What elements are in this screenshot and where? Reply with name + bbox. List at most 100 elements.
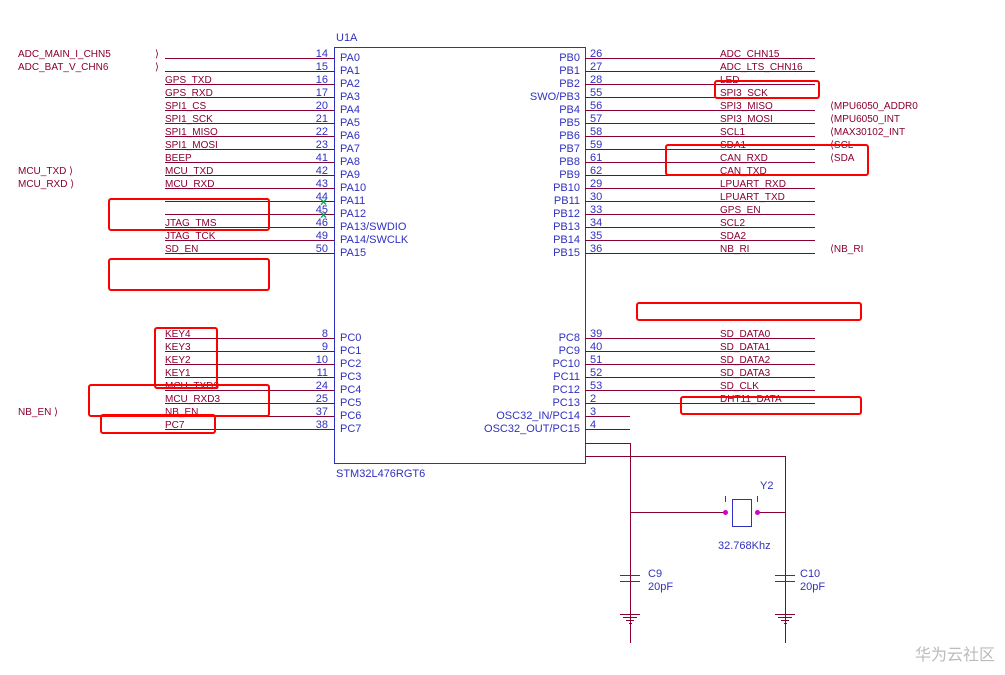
pin-name: PC1 <box>340 345 361 357</box>
pin-name: PB11 <box>554 195 580 207</box>
net-label: GPS_TXD <box>165 75 212 86</box>
wire <box>585 58 815 59</box>
pin-name: PA9 <box>340 169 360 181</box>
pin-name: PC6 <box>340 410 361 422</box>
wire <box>585 377 815 378</box>
net-label: JTAG_TCK <box>165 231 215 242</box>
pin-name: PB8 <box>559 156 580 168</box>
wire <box>585 214 815 215</box>
gnd-2 <box>775 612 795 624</box>
pin-name: PC4 <box>340 384 361 396</box>
pin-name: PB10 <box>553 182 580 194</box>
junction-2 <box>755 510 760 515</box>
bus-label: MCU_RXD ⟩ <box>18 179 74 190</box>
c9-p1 <box>620 575 640 576</box>
chip-body <box>334 47 586 464</box>
pin-name: PA8 <box>340 156 360 168</box>
junction-1 <box>723 510 728 515</box>
bus-label: ⟨MPU6050_ADDR0 <box>830 101 918 112</box>
hl-mcu-txd-rxd <box>108 198 270 231</box>
pin-name: PA2 <box>340 78 360 90</box>
bus-label: ⟨MAX30102_INT <box>830 127 905 138</box>
c10-p1 <box>775 575 795 576</box>
pin-name: PA10 <box>340 182 366 194</box>
bus-label: ⟨NB_RI <box>830 244 863 255</box>
net-label: SPI3_MOSI <box>720 114 773 125</box>
pin-name: OSC32_IN/PC14 <box>496 410 580 422</box>
pin-name: PA6 <box>340 130 360 142</box>
net-label: GPS_EN <box>720 205 761 216</box>
wire <box>165 71 334 72</box>
net-label: ADC_MAIN_I_CHN5 <box>18 49 111 60</box>
pin-name: PC7 <box>340 423 361 435</box>
pin-name: PA7 <box>340 143 360 155</box>
bus-label: MCU_TXD ⟩ <box>18 166 73 177</box>
net-label: LPUART_TXD <box>720 192 785 203</box>
watermark: 华为云社区 <box>915 641 995 665</box>
pin-name: PB12 <box>553 208 580 220</box>
pin-name: PA11 <box>340 195 365 207</box>
gnd-wire-2 <box>785 582 786 612</box>
osc-wire-h1 <box>585 443 630 444</box>
wire <box>585 416 630 417</box>
wire <box>585 338 815 339</box>
pin-name: PB5 <box>559 117 580 129</box>
net-label: SD_EN <box>165 244 198 255</box>
osc-wire-h4 <box>757 512 785 513</box>
bus-arrow: ⟩ <box>155 49 159 60</box>
hl-jtag <box>108 258 270 291</box>
net-label: SDA2 <box>720 231 746 242</box>
pin-name: PB4 <box>559 104 580 116</box>
pin-name: PC10 <box>552 358 580 370</box>
c10-val: 20pF <box>800 581 825 593</box>
net-label: LPUART_RXD <box>720 179 786 190</box>
net-label: SPI1_CS <box>165 101 206 112</box>
pin-name: PC3 <box>340 371 361 383</box>
pin-name: PC2 <box>340 358 361 370</box>
pin-name: PB0 <box>559 52 580 64</box>
net-label: SD_DATA1 <box>720 342 770 353</box>
hl-nbri <box>636 302 862 321</box>
chip-partnum: STM32L476RGT6 <box>336 468 425 480</box>
bus-arrow: ⟩ <box>155 62 159 73</box>
crystal-body <box>732 499 752 527</box>
pin-name: PA15 <box>340 247 366 259</box>
pin-name: PB13 <box>553 221 580 233</box>
pin-name: PC9 <box>559 345 580 357</box>
pin-name: PC13 <box>552 397 580 409</box>
wire <box>585 429 630 430</box>
wire <box>585 227 815 228</box>
net-label: SCL1 <box>720 127 745 138</box>
pin-name: PA12 <box>340 208 366 220</box>
net-label: SPI1_SCK <box>165 114 213 125</box>
net-label: BEEP <box>165 153 192 164</box>
net-label: MCU_RXD <box>165 179 214 190</box>
chip-refdes: U1A <box>336 32 357 44</box>
pin-name: PB14 <box>553 234 580 246</box>
crystal-val: 32.768Khz <box>718 540 771 552</box>
net-label: SD_DATA3 <box>720 368 770 379</box>
net-label: SD_DATA2 <box>720 355 770 366</box>
pin-name: PB2 <box>559 78 580 90</box>
pin-name: PA5 <box>340 117 360 129</box>
net-label: SCL2 <box>720 218 745 229</box>
wire <box>585 240 815 241</box>
pin-name: PA4 <box>340 104 360 116</box>
wire <box>585 110 815 111</box>
net-label: NB_RI <box>720 244 749 255</box>
pin-name: PB6 <box>559 130 580 142</box>
wire <box>585 253 815 254</box>
hl-led <box>714 80 820 99</box>
wire <box>585 351 815 352</box>
bus-label: ⟨MPU6050_INT <box>830 114 900 125</box>
hl-keys <box>154 327 218 389</box>
pin-name: PA1 <box>340 65 360 77</box>
pin-name: PB15 <box>553 247 580 259</box>
gnd-1 <box>620 612 640 624</box>
c9-val: 20pF <box>648 581 673 593</box>
pin-name: PB1 <box>559 65 580 77</box>
net-label: SPI3_MISO <box>720 101 773 112</box>
crystal-t2 <box>757 496 758 502</box>
net-label: ADC_BAT_V_CHN6 <box>18 62 108 73</box>
gnd-wire-1 <box>630 582 631 612</box>
